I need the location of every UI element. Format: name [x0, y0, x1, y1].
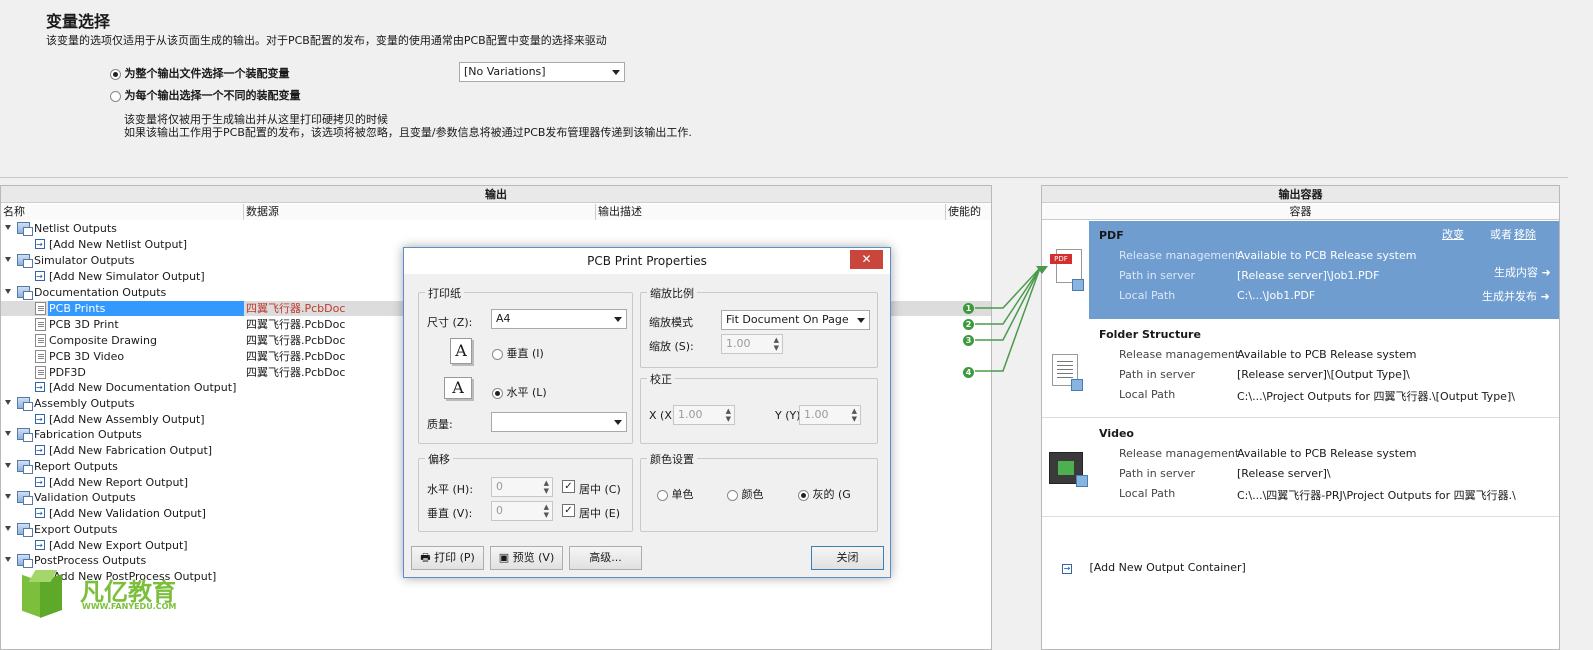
printer-icon: 🖶 — [420, 551, 431, 564]
offset-v-stepper[interactable]: 0 ▲ ▼ — [491, 501, 553, 521]
radio-dot[interactable] — [727, 489, 738, 501]
paper-size-label: 尺寸 (Z): — [427, 316, 473, 329]
up-down-icon[interactable]: ▲ ▼ — [544, 479, 549, 495]
offset-v-value: 0 — [496, 504, 503, 517]
landscape-icon: A — [444, 377, 472, 399]
up-down-icon[interactable]: ▲ ▼ — [544, 503, 549, 519]
pcb-print-properties-dialog: PCB Print Properties ✕ 打印纸 尺寸 (Z): A4 A … — [403, 247, 891, 578]
gray-label: 灰的 (G — [812, 488, 851, 501]
portrait-radio[interactable]: 垂直 (I) — [492, 345, 544, 361]
correction-group: 校正 X (X) 1.00 ▲ ▼ Y (Y) 1.00 ▲ ▼ — [640, 371, 878, 444]
offset-h-label: 水平 (H): — [427, 483, 474, 496]
offset-h-value: 0 — [496, 480, 503, 493]
radio-dot[interactable] — [657, 489, 668, 501]
preview-label: 预览 (V) — [512, 551, 555, 564]
color-label: 颜色 — [741, 488, 764, 501]
correction-y-value: 1.00 — [804, 408, 829, 421]
paper-group-label: 打印纸 — [425, 285, 464, 301]
chevron-down-icon — [614, 420, 622, 425]
scale-group-label: 缩放比例 — [647, 285, 697, 301]
preview-icon: ▣ — [498, 551, 510, 564]
offset-group-label: 偏移 — [425, 451, 453, 467]
correction-x-value: 1.00 — [678, 408, 703, 421]
up-down-icon[interactable]: ▲ ▼ — [726, 407, 731, 423]
paper-size-value: A4 — [496, 312, 511, 325]
radio-dot[interactable] — [492, 348, 503, 360]
scale-mode-dropdown[interactable]: Fit Document On Page — [721, 310, 870, 330]
chevron-down-icon — [857, 318, 865, 323]
offset-h-stepper[interactable]: 0 ▲ ▼ — [491, 477, 553, 497]
portrait-icon: A — [450, 338, 472, 364]
offset-v-label: 垂直 (V): — [427, 507, 473, 520]
scale-value-label: 缩放 (S): — [649, 340, 694, 353]
scale-group: 缩放比例 缩放模式 Fit Document On Page 缩放 (S): 1… — [640, 285, 878, 368]
center-e-checkbox[interactable]: ✓ — [562, 504, 575, 517]
preview-button[interactable]: ▣ 预览 (V) — [490, 546, 563, 570]
radio-dot[interactable] — [798, 489, 809, 501]
print-button[interactable]: 🖶 打印 (P) — [411, 546, 484, 570]
scale-value: 1.00 — [726, 337, 751, 350]
dialog-title: PCB Print Properties — [404, 248, 890, 274]
correction-x-stepper[interactable]: 1.00 ▲ ▼ — [673, 405, 735, 425]
mono-radio[interactable]: 单色 — [657, 486, 694, 502]
scale-value-stepper[interactable]: 1.00 ▲ ▼ — [721, 334, 783, 354]
scale-mode-label: 缩放模式 — [649, 316, 693, 329]
quality-dropdown[interactable] — [491, 412, 627, 432]
quality-label: 质量: — [427, 418, 453, 431]
offset-group: 偏移 水平 (H): 0 ▲ ▼ ✓ 居中 (C) 垂直 (V): 0 ▲ ▼ ✓ 居中… — [418, 451, 633, 532]
print-label: 打印 (P) — [434, 551, 475, 564]
chevron-down-icon — [614, 317, 622, 322]
scale-mode-value: Fit Document On Page — [726, 313, 849, 326]
center-c-checkbox[interactable]: ✓ — [562, 480, 575, 493]
correction-y-label: Y (Y) — [775, 409, 801, 422]
color-settings-group: 颜色设置 单色 颜色 灰的 (G — [640, 451, 878, 532]
landscape-radio[interactable]: 水平 (L) — [492, 384, 547, 400]
color-settings-label: 颜色设置 — [647, 451, 697, 467]
advanced-button[interactable]: 高级... — [569, 546, 642, 570]
up-down-icon[interactable]: ▲ ▼ — [774, 336, 779, 352]
up-down-icon[interactable]: ▲ ▼ — [852, 407, 857, 423]
mono-label: 单色 — [671, 488, 694, 501]
radio-dot[interactable] — [492, 387, 503, 399]
gray-radio[interactable]: 灰的 (G — [798, 486, 851, 502]
correction-group-label: 校正 — [647, 371, 675, 387]
watermark-url: WWW.FANYEDU.COM — [82, 602, 177, 611]
correction-y-stepper[interactable]: 1.00 ▲ ▼ — [799, 405, 861, 425]
color-radio[interactable]: 颜色 — [727, 486, 764, 502]
center-e-label: 居中 (E) — [579, 507, 621, 520]
paper-group: 打印纸 尺寸 (Z): A4 A 垂直 (I) A 水平 (L) 质量: — [418, 285, 633, 444]
portrait-label: 垂直 (I) — [506, 347, 544, 360]
center-c-label: 居中 (C) — [579, 483, 621, 496]
paper-size-dropdown[interactable]: A4 — [491, 309, 627, 329]
close-button[interactable]: 关闭 — [811, 546, 884, 570]
dialog-close-button[interactable]: ✕ — [850, 250, 883, 269]
landscape-label: 水平 (L) — [506, 386, 547, 399]
fanyedu-logo-icon — [18, 570, 66, 619]
